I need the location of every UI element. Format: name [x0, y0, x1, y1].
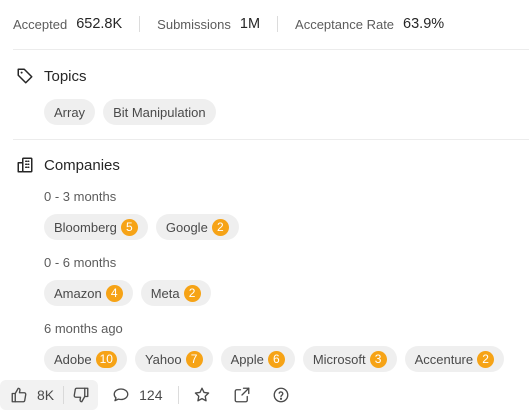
company-tags: Adobe 10 Yahoo 7 Apple 6 Microsoft 3 Accentu… [44, 346, 505, 372]
comments-button[interactable]: 124 [112, 379, 162, 411]
company-group-label: 0 - 6 months [44, 255, 117, 270]
count-badge: 6 [267, 350, 285, 368]
help-button[interactable] [272, 379, 290, 411]
count-badge: 5 [120, 218, 138, 236]
topics-title: Topics [44, 67, 87, 85]
share-button[interactable] [233, 379, 251, 411]
count-badge: 10 [95, 350, 117, 368]
stats-divider [139, 16, 141, 32]
count-badge: 3 [369, 350, 387, 368]
action-bar: 8K 124 [0, 379, 290, 411]
footer-divider [178, 386, 180, 404]
company-name: Yahoo [144, 351, 182, 367]
favorite-button[interactable] [193, 379, 211, 411]
comment-count: 124 [139, 387, 163, 403]
star-icon [195, 387, 210, 402]
share-icon [235, 387, 250, 403]
stats-bar: Accepted 652.8K Submissions 1M Acceptanc… [13, 14, 444, 34]
accepted-label: Accepted [13, 16, 68, 32]
company-group-label: 0 - 3 months [44, 189, 117, 204]
count-badge: 2 [211, 218, 229, 236]
company-tag-adobe[interactable]: Adobe 10 [44, 346, 127, 372]
like-button[interactable]: 8K [10, 379, 54, 411]
company-name: Microsoft [312, 351, 366, 367]
thumbs-up-icon [11, 387, 27, 403]
company-name: Adobe [54, 351, 92, 367]
companies-title: Companies [44, 156, 120, 174]
company-name: Accenture [414, 351, 474, 367]
company-name: Bloomberg [54, 219, 117, 235]
divider [13, 49, 529, 50]
company-group-label: 6 months ago [44, 321, 123, 336]
topic-tag[interactable]: Array [44, 99, 96, 125]
comment-icon [113, 388, 129, 402]
company-tag-accenture[interactable]: Accenture 2 [404, 346, 505, 372]
company-tags: Bloomberg 5 Google 2 [44, 214, 239, 240]
topic-tag[interactable]: Bit Manipulation [103, 99, 216, 125]
count-badge: 4 [105, 284, 123, 302]
like-count: 8K [37, 387, 55, 403]
company-tags: Amazon 4 Meta 2 [44, 280, 211, 306]
building-icon [17, 157, 33, 173]
submissions-value: 1M [239, 16, 261, 32]
divider [13, 139, 529, 140]
company-tag-amazon[interactable]: Amazon 4 [44, 280, 133, 306]
company-name: Meta [150, 285, 180, 301]
submissions-label: Submissions [157, 16, 231, 32]
topics-tags: Array Bit Manipulation [44, 99, 216, 125]
accepted-value: 652.8K [76, 16, 123, 32]
help-icon [274, 387, 289, 403]
dislike-button[interactable] [72, 379, 90, 411]
company-tag-apple[interactable]: Apple 6 [220, 346, 295, 372]
company-tag-meta[interactable]: Meta 2 [140, 280, 211, 306]
company-tag-microsoft[interactable]: Microsoft 3 [302, 346, 397, 372]
tag-icon [17, 68, 33, 84]
company-tag-google[interactable]: Google 2 [155, 214, 239, 240]
company-name: Apple [230, 351, 264, 367]
vote-divider [63, 386, 65, 404]
acceptance-rate-label: Acceptance Rate [295, 16, 395, 32]
company-name: Amazon [54, 285, 102, 301]
companies-header[interactable]: Companies [16, 156, 120, 174]
thumbs-down-icon [73, 387, 89, 403]
company-tag-yahoo[interactable]: Yahoo 7 [134, 346, 213, 372]
company-tag-bloomberg[interactable]: Bloomberg 5 [44, 214, 148, 240]
stats-divider [277, 16, 279, 32]
count-badge: 2 [477, 350, 495, 368]
count-badge: 7 [185, 350, 203, 368]
topics-header[interactable]: Topics [16, 67, 87, 85]
count-badge: 2 [183, 284, 201, 302]
acceptance-rate-value: 63.9% [403, 16, 445, 32]
company-name: Google [165, 219, 208, 235]
